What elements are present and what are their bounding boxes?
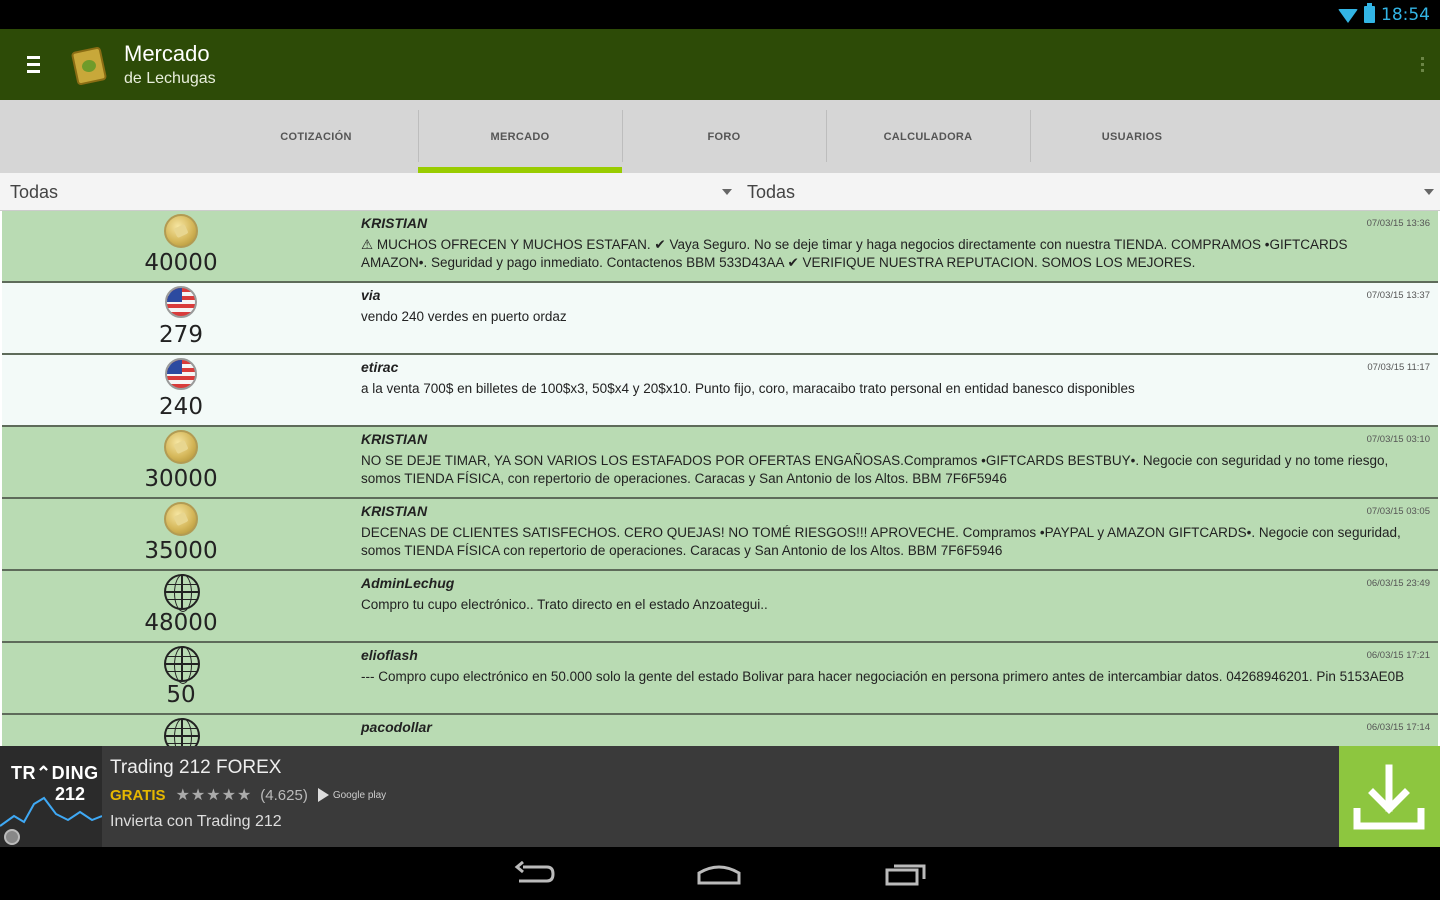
post-amount-block: 30000 bbox=[2, 427, 360, 497]
post-amount-block: 279 bbox=[2, 283, 360, 353]
menu-icon[interactable] bbox=[18, 56, 48, 73]
post-user: KRISTIAN bbox=[361, 215, 428, 231]
post-amount-block: 50 bbox=[2, 643, 360, 713]
app-title-block: Mercado de Lechugas bbox=[124, 41, 216, 89]
download-button[interactable] bbox=[1339, 746, 1440, 847]
post-user: AdminLechug bbox=[361, 575, 455, 591]
app-logo[interactable] bbox=[68, 43, 108, 87]
post-date: 06/03/15 23:49 bbox=[1366, 578, 1430, 589]
post-amount: 50 bbox=[166, 682, 196, 708]
post-row[interactable]: 48000 AdminLechug Compro tu cupo electró… bbox=[2, 571, 1438, 643]
us-flag-icon bbox=[165, 358, 197, 390]
globe-icon bbox=[164, 646, 200, 684]
post-message: Compro tu cupo electrónico.. Trato direc… bbox=[361, 597, 768, 612]
location-filter-select[interactable]: Todas bbox=[738, 173, 1440, 211]
location-filter-value: Todas bbox=[747, 181, 796, 202]
ad-rating-value: (4.625) bbox=[260, 786, 308, 804]
google-play-label: Google play bbox=[332, 789, 387, 801]
post-date: 07/03/15 03:05 bbox=[1366, 506, 1430, 517]
post-amount: 279 bbox=[159, 322, 203, 348]
post-amount: 30000 bbox=[144, 466, 218, 492]
post-date: 07/03/15 03:10 bbox=[1366, 434, 1430, 445]
wifi-icon bbox=[1338, 8, 1358, 23]
post-row[interactable]: 35000 KRISTIAN DECENAS DE CLIENTES SATIS… bbox=[2, 499, 1438, 571]
recent-apps-icon[interactable] bbox=[884, 861, 928, 887]
ad-text-block: Trading 212 FOREX GRATIS ★★★★★ (4.625) G… bbox=[110, 756, 386, 831]
status-bar: 18:54 bbox=[0, 0, 1440, 29]
ad-title: Trading 212 FOREX bbox=[110, 757, 282, 778]
ad-chart-icon bbox=[0, 796, 102, 827]
post-date: 06/03/15 17:21 bbox=[1366, 650, 1430, 661]
dropdown-arrow-icon bbox=[1424, 189, 1434, 195]
post-row[interactable]: 240 etirac a la venta 700$ en billetes d… bbox=[2, 355, 1438, 427]
action-bar: Mercado de Lechugas bbox=[0, 29, 1440, 100]
post-user: KRISTIAN bbox=[361, 431, 428, 447]
post-date: 07/03/15 11:17 bbox=[1367, 362, 1430, 373]
post-message: a la venta 700$ en billetes de 100$x3, 5… bbox=[361, 381, 1135, 396]
us-flag-icon bbox=[165, 286, 197, 318]
post-date: 07/03/15 13:36 bbox=[1366, 218, 1430, 229]
post-message: --- Compro cupo electrónico en 50.000 so… bbox=[361, 669, 1405, 684]
post-date: 07/03/15 13:37 bbox=[1366, 290, 1430, 301]
post-date: 06/03/15 17:14 bbox=[1366, 722, 1430, 733]
tab-calculadora[interactable]: CALCULADORA bbox=[826, 100, 1030, 173]
post-message: ⚠ MUCHOS OFRECEN Y MUCHOS ESTAFAN. ✔ Vay… bbox=[361, 237, 1348, 270]
post-message: NO SE DEJE TIMAR, YA SON VARIOS LOS ESTA… bbox=[361, 453, 1389, 486]
app-subtitle: de Lechugas bbox=[124, 69, 216, 87]
ad-subtitle: Invierta con Trading 212 bbox=[110, 813, 282, 830]
post-amount-block bbox=[2, 715, 360, 746]
app-title: Mercado bbox=[124, 40, 210, 66]
ad-logo-line1: TR⌃DING bbox=[11, 763, 99, 783]
post-amount: 240 bbox=[159, 394, 203, 420]
tab-foro[interactable]: FORO bbox=[622, 100, 826, 173]
post-row[interactable]: 279 via vendo 240 verdes en puerto ordaz… bbox=[2, 283, 1438, 355]
post-amount: 48000 bbox=[144, 610, 218, 636]
post-amount: 35000 bbox=[144, 538, 218, 564]
coin-icon bbox=[164, 214, 198, 248]
market-post-list[interactable]: 40000 KRISTIAN ⚠ MUCHOS OFRECEN Y MUCHOS… bbox=[0, 211, 1440, 746]
overflow-menu-icon[interactable] bbox=[1421, 57, 1424, 72]
post-message: vendo 240 verdes en puerto ordaz bbox=[361, 309, 567, 324]
post-user: via bbox=[361, 287, 381, 303]
post-message: DECENAS DE CLIENTES SATISFECHOS. CERO QU… bbox=[361, 525, 1401, 558]
coin-icon bbox=[164, 502, 198, 536]
navigation-bar bbox=[0, 847, 1440, 900]
google-play-icon bbox=[317, 788, 329, 802]
ad-info-icon[interactable] bbox=[4, 829, 20, 845]
globe-icon bbox=[164, 718, 200, 746]
ad-price-label: GRATIS bbox=[110, 786, 166, 804]
download-icon bbox=[1353, 764, 1425, 830]
post-amount-block: 35000 bbox=[2, 499, 360, 569]
status-time: 18:54 bbox=[1381, 4, 1430, 25]
post-row[interactable]: 30000 KRISTIAN NO SE DEJE TIMAR, YA SON … bbox=[2, 427, 1438, 499]
battery-icon bbox=[1364, 3, 1375, 23]
coin-icon bbox=[164, 430, 198, 464]
post-user: etirac bbox=[361, 359, 399, 375]
globe-icon bbox=[164, 574, 200, 612]
post-row[interactable]: pacodollar 06/03/15 17:14 bbox=[2, 715, 1438, 746]
ad-banner[interactable]: TR⌃DING 212 Trading 212 FOREX GRATIS ★★★… bbox=[0, 746, 1440, 847]
post-row[interactable]: 40000 KRISTIAN ⚠ MUCHOS OFRECEN Y MUCHOS… bbox=[2, 211, 1438, 283]
tab-mercado[interactable]: MERCADO bbox=[418, 100, 622, 173]
post-amount: 40000 bbox=[144, 250, 218, 276]
tab-usuarios[interactable]: USUARIOS bbox=[1030, 100, 1234, 173]
filter-bar: Todas Todas bbox=[0, 173, 1440, 211]
currency-filter-value: Todas bbox=[10, 181, 59, 202]
post-user: KRISTIAN bbox=[361, 503, 428, 519]
post-amount-block: 48000 bbox=[2, 571, 360, 641]
ad-star-rating: ★★★★★ bbox=[175, 787, 253, 804]
post-amount-block: 40000 bbox=[2, 211, 360, 281]
post-user: elioflash bbox=[361, 647, 418, 663]
post-user: pacodollar bbox=[361, 719, 432, 735]
post-row[interactable]: 50 elioflash --- Compro cupo electrónico… bbox=[2, 643, 1438, 715]
back-icon[interactable] bbox=[513, 861, 557, 887]
tab-bar: COTIZACIÓN MERCADO FORO CALCULADORA USUA… bbox=[0, 100, 1440, 173]
tab-cotizacion[interactable]: COTIZACIÓN bbox=[214, 100, 418, 173]
ad-logo[interactable]: TR⌃DING 212 bbox=[0, 746, 102, 847]
home-icon[interactable] bbox=[696, 861, 742, 887]
currency-filter-select[interactable]: Todas bbox=[0, 173, 738, 211]
post-amount-block: 240 bbox=[2, 355, 360, 425]
dropdown-arrow-icon bbox=[722, 189, 732, 195]
